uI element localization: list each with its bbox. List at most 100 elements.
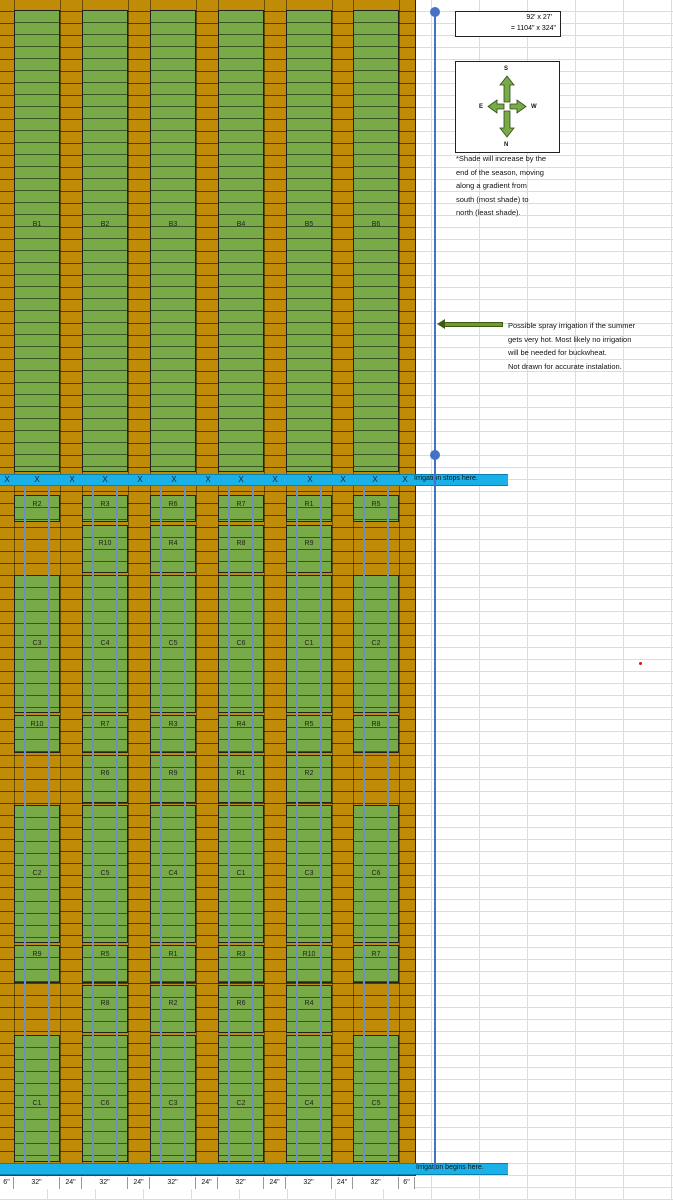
row-bed: R8	[353, 715, 399, 753]
compass-south: S	[504, 66, 509, 72]
row-bed: R4	[150, 525, 196, 573]
compass-north: N	[504, 142, 509, 148]
red-dot-mark	[639, 662, 642, 665]
crop-bed: C1	[14, 1035, 60, 1162]
spray-arrow-shaft	[443, 322, 503, 327]
bed-label: R8	[236, 540, 246, 547]
bed-label: R9	[32, 951, 42, 958]
column-divider	[60, 0, 61, 1176]
row-bed: R1	[150, 945, 196, 983]
bed-label: C4	[168, 870, 178, 877]
drip-line	[252, 486, 254, 1163]
row-bed: R7	[218, 495, 264, 522]
bed-label: R6	[236, 1000, 246, 1007]
bed-label: R2	[304, 770, 314, 777]
row-bed: R10	[14, 715, 60, 753]
bed-label: R2	[168, 1000, 178, 1007]
crop-bed: C1	[218, 805, 264, 943]
crop-bed: C6	[218, 575, 264, 713]
bed-label: C6	[236, 640, 246, 647]
bed-label: R8	[100, 1000, 110, 1007]
spray-arrow-head-icon	[437, 319, 445, 329]
irrigation-x-marker: X	[137, 475, 143, 484]
irrigation-x-marker: X	[171, 475, 177, 484]
bed-label: C4	[304, 1100, 314, 1107]
bed-label: C1	[32, 1100, 42, 1107]
irrigation-note: Possible spray irrigation if the summer …	[508, 319, 673, 373]
row-bed: R8	[82, 985, 128, 1033]
crop-bed: C6	[353, 805, 399, 943]
irrigation-x-marker: X	[69, 475, 75, 484]
bed-label: R7	[100, 721, 110, 728]
irrigation-x-marker: X	[372, 475, 378, 484]
bed-label: B6	[371, 221, 381, 228]
column-divider	[196, 0, 197, 1176]
row-bed: R10	[82, 525, 128, 573]
bed-label: B2	[100, 221, 110, 228]
dimensions-line-2: = 1104" x 324"	[510, 25, 556, 32]
row-bed: R5	[82, 945, 128, 983]
bed-label: R10	[98, 540, 112, 547]
bed-label: R10	[302, 951, 316, 958]
buckwheat-bed: B1	[14, 10, 60, 472]
bed-label: B1	[32, 221, 42, 228]
bed-label: R10	[30, 721, 44, 728]
row-bed: R4	[218, 715, 264, 753]
bed-label: R6	[100, 770, 110, 777]
irrigation-stop-label: Irrigation stops here.	[414, 475, 478, 482]
irrigation-x-marker: X	[34, 475, 40, 484]
bed-label: C2	[32, 870, 42, 877]
column-divider	[264, 0, 265, 1176]
column-divider	[128, 0, 129, 1176]
irrigation-x-marker: X	[205, 475, 211, 484]
dimension-label: 32"	[218, 1177, 264, 1189]
drip-line	[320, 486, 322, 1163]
buckwheat-bed: B4	[218, 10, 264, 472]
crop-bed: C1	[286, 575, 332, 713]
buckwheat-bed: B3	[150, 10, 196, 472]
bed-label: R5	[100, 951, 110, 958]
bed-label: R6	[168, 501, 178, 508]
pipe-mid-node	[430, 450, 440, 460]
column-divider	[332, 0, 333, 1176]
bed-label: R2	[32, 501, 42, 508]
compass-west: W	[531, 104, 537, 110]
drip-line	[48, 486, 50, 1163]
crop-bed: C2	[218, 1035, 264, 1162]
row-bed: R1	[218, 755, 264, 803]
crop-bed: C2	[353, 575, 399, 713]
bed-label: R8	[371, 721, 381, 728]
row-bed: R8	[218, 525, 264, 573]
buckwheat-bed: B2	[82, 10, 128, 472]
dimension-row: 6" 32" 24" 32" 24" 32" 24" 32" 24" 32" 24" 32" 6"	[0, 1177, 415, 1189]
dimension-label: 32"	[82, 1177, 128, 1189]
crop-bed: C5	[82, 805, 128, 943]
drip-line	[228, 486, 230, 1163]
crop-bed: C4	[150, 805, 196, 943]
row-bed: R5	[286, 715, 332, 753]
bed-label: C6	[371, 870, 381, 877]
shade-note-line-4: south (most shade) to	[456, 194, 529, 204]
row-bed: R5	[353, 495, 399, 522]
bed-label: R1	[304, 501, 314, 508]
compass-east: E	[479, 104, 484, 110]
crop-bed: C4	[82, 575, 128, 713]
drip-line	[116, 486, 118, 1163]
bed-label: C2	[371, 640, 381, 647]
bed-label: R5	[304, 721, 314, 728]
bed-label: R5	[371, 501, 381, 508]
bed-label: C3	[168, 1100, 178, 1107]
bed-label: C3	[32, 640, 42, 647]
main-irrigation-pipe	[434, 12, 436, 1170]
irrigation-note-line-1: Possible spray irrigation if the summer	[508, 321, 636, 330]
drip-line	[387, 486, 389, 1163]
bed-label: C1	[304, 640, 314, 647]
dimension-label: 24"	[332, 1177, 353, 1189]
irrigation-note-line-3: will be needed for buckwheat.	[508, 348, 607, 357]
bed-label: C5	[371, 1100, 381, 1107]
drip-line	[160, 486, 162, 1163]
row-bed: R2	[286, 755, 332, 803]
bed-label: C6	[100, 1100, 110, 1107]
buckwheat-bed: B6	[353, 10, 399, 472]
drip-line	[92, 486, 94, 1163]
